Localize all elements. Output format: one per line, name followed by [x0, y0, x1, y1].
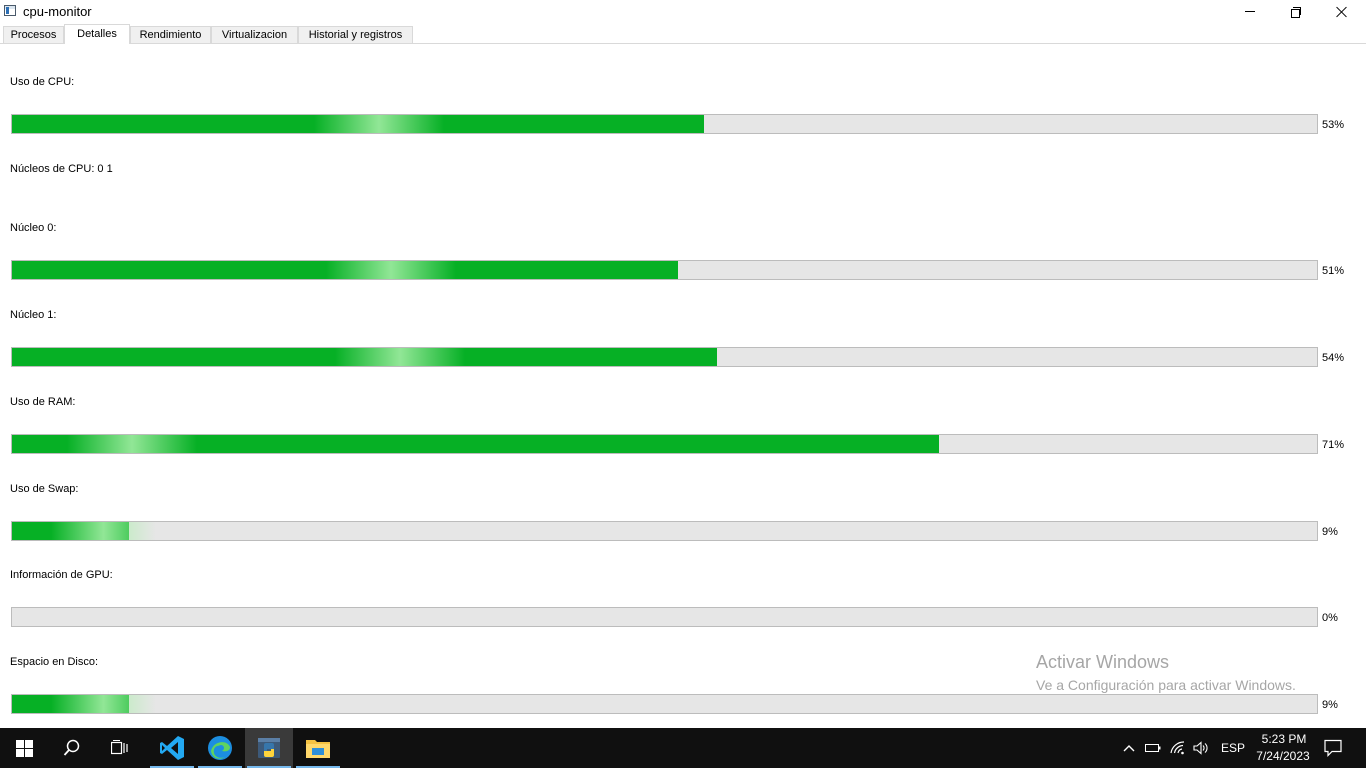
volume-button[interactable] [1190, 728, 1212, 768]
wifi-icon [1170, 741, 1185, 755]
input-language-indicator[interactable]: ESP [1221, 741, 1245, 755]
progress-shine [50, 695, 157, 713]
action-center-button[interactable] [1320, 728, 1346, 768]
app-window: cpu-monitor Procesos Detalles Rendimient… [0, 0, 1366, 728]
search-button[interactable] [48, 728, 96, 768]
swap-usage-percent: 9% [1322, 526, 1338, 538]
ram-usage-percent: 71% [1322, 439, 1345, 451]
core-1-progress-bar [11, 347, 1318, 367]
clock-time[interactable]: 5:23 PM [1260, 732, 1308, 746]
search-icon [63, 739, 80, 756]
start-button[interactable] [0, 728, 48, 768]
tab-procesos[interactable]: Procesos [3, 26, 64, 43]
chevron-up-icon [1123, 745, 1135, 752]
taskbar-edge[interactable] [196, 728, 244, 768]
cpu-usage-percent: 53% [1322, 119, 1345, 131]
activate-windows-title: Activar Windows [1036, 652, 1170, 672]
clock-date[interactable]: 7/24/2023 [1252, 749, 1314, 763]
taskbar-vscode[interactable] [148, 728, 196, 768]
notifications-icon [1324, 739, 1342, 757]
activate-windows-subtitle: Ve a Configuración para activar Windows. [1036, 677, 1296, 693]
ram-usage-label: Uso de RAM: [10, 396, 76, 408]
taskbar-python[interactable] [245, 728, 293, 768]
core-1-label: Núcleo 1: [10, 309, 57, 321]
ram-usage-progress-bar [11, 434, 1318, 454]
restore-button[interactable] [1273, 0, 1319, 23]
gpu-progress-bar [11, 607, 1318, 627]
taskbar: ESP 5:23 PM 7/24/2023 [0, 728, 1366, 768]
tab-rendimiento[interactable]: Rendimiento [130, 26, 211, 43]
core-0-progress-fill [12, 261, 678, 279]
app-window-icon [4, 5, 16, 16]
gpu-info-label: Información de GPU: [10, 569, 113, 581]
python-icon [258, 738, 280, 758]
battery-icon [1145, 744, 1161, 752]
progress-shine [50, 522, 157, 540]
speaker-icon [1193, 741, 1208, 755]
tab-detalles[interactable]: Detalles [64, 24, 130, 44]
core-1-percent: 54% [1322, 352, 1345, 364]
swap-usage-progress-bar [11, 521, 1318, 541]
disk-space-progress-fill [12, 695, 157, 713]
disk-space-percent: 9% [1322, 699, 1338, 711]
core-1-progress-fill [12, 348, 717, 366]
tab-historial-y-registros[interactable]: Historial y registros [298, 26, 413, 43]
cpu-cores-text: Núcleos de CPU: 0 1 [10, 163, 113, 175]
task-view-icon [111, 740, 128, 755]
core-0-percent: 51% [1322, 265, 1345, 277]
progress-shine [334, 348, 465, 366]
network-button[interactable] [1166, 728, 1190, 768]
show-hidden-icons-button[interactable] [1118, 728, 1140, 768]
windows-start-icon [15, 739, 33, 757]
disk-space-progress-bar [11, 694, 1318, 714]
minimize-button[interactable] [1227, 0, 1273, 23]
core-0-label: Núcleo 0: [10, 222, 57, 234]
progress-shine [326, 261, 457, 279]
close-icon [1336, 6, 1348, 18]
gpu-percent: 0% [1322, 612, 1338, 624]
tab-virtualizacion[interactable]: Virtualizacion [211, 26, 298, 43]
restore-icon [1291, 6, 1301, 18]
window-title: cpu-monitor [23, 4, 92, 19]
ram-usage-progress-fill [12, 435, 939, 453]
progress-shine [313, 115, 444, 133]
disk-space-label: Espacio en Disco: [10, 656, 99, 668]
title-bar[interactable]: cpu-monitor [0, 0, 1366, 23]
swap-usage-progress-fill [12, 522, 157, 540]
progress-shine [67, 435, 198, 453]
swap-usage-label: Uso de Swap: [10, 483, 79, 495]
battery-button[interactable] [1142, 728, 1164, 768]
file-explorer-icon [306, 740, 330, 758]
cpu-usage-progress-bar [11, 114, 1318, 134]
close-button[interactable] [1319, 0, 1365, 23]
taskbar-file-explorer[interactable] [294, 728, 342, 768]
edge-icon [208, 736, 232, 760]
vscode-icon [160, 736, 184, 760]
cpu-usage-label: Uso de CPU: [10, 76, 75, 88]
minimize-icon [1245, 11, 1255, 12]
cpu-usage-progress-fill [12, 115, 704, 133]
task-view-button[interactable] [96, 728, 144, 768]
core-0-progress-bar [11, 260, 1318, 280]
